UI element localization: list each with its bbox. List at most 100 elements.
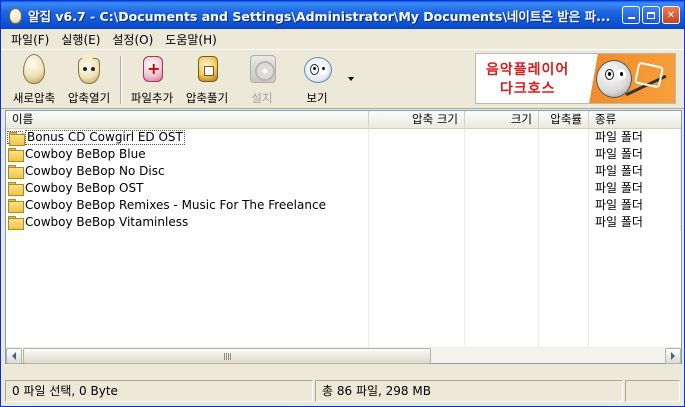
file-list[interactable]: 이름 압축 크기 크기 압축률 종류 Bonus CD Cowgirl ED O… bbox=[5, 110, 682, 364]
item-name: Bonus CD Cowgirl ED OST bbox=[25, 130, 185, 145]
list-item[interactable]: Cowboy BeBop OST 파일 폴더 bbox=[6, 180, 681, 197]
column-header-ratio[interactable]: 압축률 bbox=[539, 111, 589, 129]
column-header-type[interactable]: 종류 bbox=[589, 111, 681, 129]
item-name: Cowboy BeBop Blue bbox=[25, 147, 146, 161]
menu-help[interactable]: 도움말(H) bbox=[159, 31, 223, 48]
item-size bbox=[465, 163, 539, 180]
add-files-icon bbox=[143, 56, 163, 82]
menu-run[interactable]: 실행(E) bbox=[55, 31, 106, 48]
open-archive-label: 압축열기 bbox=[67, 91, 111, 105]
extract-label: 압축풀기 bbox=[185, 91, 229, 105]
extract-icon bbox=[198, 56, 218, 82]
item-size bbox=[465, 129, 539, 146]
arrow-left-icon bbox=[12, 352, 16, 360]
scroll-thumb[interactable] bbox=[23, 348, 431, 364]
item-size bbox=[465, 214, 539, 231]
item-packed-size bbox=[369, 180, 465, 197]
item-name: Cowboy BeBop Vitaminless bbox=[25, 215, 189, 229]
extract-button[interactable]: 압축풀기 bbox=[179, 52, 235, 108]
maximize-icon bbox=[647, 11, 655, 19]
maximize-button[interactable] bbox=[642, 6, 660, 24]
list-rows: Bonus CD Cowgirl ED OST 파일 폴더 Cowboy BeB… bbox=[6, 129, 681, 231]
scroll-left-button[interactable] bbox=[6, 348, 22, 364]
view-dropdown-arrow-icon[interactable] bbox=[348, 77, 354, 81]
egg-icon bbox=[23, 54, 45, 84]
close-icon: ✕ bbox=[666, 9, 676, 21]
add-files-button[interactable]: 파일추가 bbox=[124, 52, 180, 108]
item-type: 파일 폴더 bbox=[589, 197, 681, 214]
app-window: 알집 v6.7 - C:\Documents and Settings\Admi… bbox=[0, 0, 685, 407]
column-header-packed-size[interactable]: 압축 크기 bbox=[369, 111, 465, 129]
install-label: 설치 bbox=[251, 91, 273, 105]
folder-icon bbox=[7, 148, 24, 162]
item-size bbox=[465, 146, 539, 163]
column-header-size[interactable]: 크기 bbox=[465, 111, 539, 129]
grip-icon bbox=[224, 353, 232, 360]
toolbar: 새로압축 압축열기 파일추가 압축풀기 설치 보기 음악플레이어 다크호스 bbox=[1, 49, 684, 109]
item-type: 파일 폴더 bbox=[589, 129, 681, 146]
banner-title-line1: 음악플레이어 bbox=[486, 62, 570, 78]
list-header: 이름 압축 크기 크기 압축률 종류 bbox=[6, 111, 681, 129]
folder-icon bbox=[7, 165, 24, 179]
open-egg-icon bbox=[78, 53, 100, 84]
item-ratio bbox=[539, 214, 589, 231]
item-packed-size bbox=[369, 146, 465, 163]
item-ratio bbox=[539, 146, 589, 163]
alzip-egg-icon[interactable] bbox=[7, 7, 23, 24]
item-packed-size bbox=[369, 163, 465, 180]
list-item[interactable]: Cowboy BeBop Blue 파일 폴더 bbox=[6, 146, 681, 163]
item-type: 파일 폴더 bbox=[589, 163, 681, 180]
view-label: 보기 bbox=[306, 91, 328, 105]
list-item[interactable]: Cowboy BeBop No Disc 파일 폴더 bbox=[6, 163, 681, 180]
item-size bbox=[465, 197, 539, 214]
item-type: 파일 폴더 bbox=[589, 214, 681, 231]
minimize-button[interactable] bbox=[622, 6, 640, 24]
status-total: 총 86 파일, 298 MB bbox=[315, 380, 623, 402]
close-button[interactable]: ✕ bbox=[662, 6, 680, 24]
item-ratio bbox=[539, 163, 589, 180]
add-files-label: 파일추가 bbox=[130, 91, 174, 105]
item-name: Cowboy BeBop No Disc bbox=[25, 164, 165, 178]
minimize-icon bbox=[627, 17, 635, 19]
scroll-right-button[interactable] bbox=[665, 348, 681, 364]
menu-file[interactable]: 파일(F) bbox=[5, 31, 55, 48]
status-bar: 0 파일 선택, 0 Byte 총 86 파일, 298 MB bbox=[5, 380, 682, 402]
toolbar-separator bbox=[120, 56, 122, 104]
ad-banner[interactable]: 음악플레이어 다크호스 bbox=[475, 53, 676, 104]
new-archive-label: 새로압축 bbox=[12, 91, 56, 105]
status-selection: 0 파일 선택, 0 Byte bbox=[5, 380, 313, 402]
banner-title-line2: 다크호스 bbox=[500, 81, 556, 97]
list-item[interactable]: Cowboy BeBop Vitaminless 파일 폴더 bbox=[6, 214, 681, 231]
item-ratio bbox=[539, 180, 589, 197]
item-packed-size bbox=[369, 129, 465, 146]
folder-icon bbox=[7, 131, 25, 146]
folder-icon bbox=[7, 199, 24, 213]
view-button[interactable]: 보기 bbox=[289, 52, 345, 108]
item-name: Cowboy BeBop OST bbox=[25, 181, 144, 195]
install-button[interactable]: 설치 bbox=[234, 52, 290, 108]
folder-icon bbox=[7, 182, 24, 196]
window-title: 알집 v6.7 - C:\Documents and Settings\Admi… bbox=[28, 8, 611, 24]
item-ratio bbox=[539, 197, 589, 214]
menu-bar: 파일(F) 실행(E) 설정(O) 도움말(H) bbox=[1, 29, 684, 49]
column-header-name[interactable]: 이름 bbox=[6, 111, 369, 129]
status-extra bbox=[625, 380, 680, 402]
item-name: Cowboy BeBop Remixes - Music For The Fre… bbox=[25, 198, 326, 212]
item-packed-size bbox=[369, 197, 465, 214]
menu-settings[interactable]: 설정(O) bbox=[106, 31, 159, 48]
item-type: 파일 폴더 bbox=[589, 146, 681, 163]
list-item[interactable]: Bonus CD Cowgirl ED OST 파일 폴더 bbox=[6, 129, 681, 146]
new-archive-button[interactable]: 새로압축 bbox=[6, 52, 62, 108]
item-ratio bbox=[539, 129, 589, 146]
horizontal-scrollbar[interactable] bbox=[6, 347, 681, 364]
title-bar[interactable]: 알집 v6.7 - C:\Documents and Settings\Admi… bbox=[1, 1, 684, 29]
item-packed-size bbox=[369, 214, 465, 231]
install-disc-icon bbox=[250, 55, 276, 83]
item-size bbox=[465, 180, 539, 197]
list-item[interactable]: Cowboy BeBop Remixes - Music For The Fre… bbox=[6, 197, 681, 214]
view-eyes-icon bbox=[304, 57, 332, 83]
open-archive-button[interactable]: 압축열기 bbox=[61, 52, 117, 108]
folder-icon bbox=[7, 216, 24, 230]
item-type: 파일 폴더 bbox=[589, 180, 681, 197]
arrow-right-icon bbox=[671, 352, 675, 360]
